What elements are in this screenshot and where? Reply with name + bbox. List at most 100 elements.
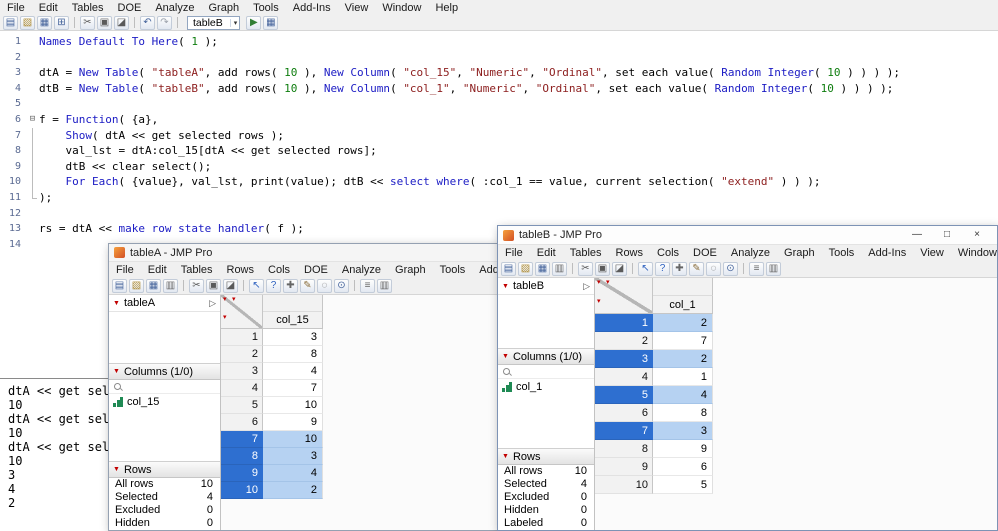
paste-icon[interactable]: ◪ xyxy=(114,16,129,30)
zoom-icon[interactable]: ⊙ xyxy=(334,279,349,293)
rows-stat-hidden[interactable]: Hidden0 xyxy=(109,517,220,530)
menu-tools[interactable]: Tools xyxy=(822,246,862,260)
redo-icon[interactable]: ↷ xyxy=(157,16,172,30)
menu-help[interactable]: Help xyxy=(428,1,465,15)
row-number[interactable]: 4 xyxy=(221,380,263,397)
columns-menu-icon[interactable]: ▾ xyxy=(223,296,227,303)
table-row-8[interactable]: 83 xyxy=(221,448,497,465)
columns-panel-header[interactable]: ▼ Columns (1/0) xyxy=(109,363,220,380)
menu-graph[interactable]: Graph xyxy=(388,263,433,277)
cell-value[interactable]: 8 xyxy=(263,346,323,363)
cursor-arrow-icon[interactable]: ↖ xyxy=(249,279,264,293)
menu-doe[interactable]: DOE xyxy=(297,263,335,277)
cell-value[interactable]: 2 xyxy=(263,482,323,499)
lasso-icon[interactable]: ◌ xyxy=(317,279,332,293)
columns-menu-icon[interactable]: ▾ xyxy=(606,279,610,286)
red-triangle-icon[interactable]: ▼ xyxy=(113,300,120,307)
table-row-5[interactable]: 54 xyxy=(595,386,997,404)
row-number[interactable]: 2 xyxy=(595,332,653,350)
save-all-icon[interactable]: ⊞ xyxy=(54,16,69,30)
row-number[interactable]: 8 xyxy=(595,440,653,458)
table-panel-header[interactable]: ▼ tableA ▷ xyxy=(109,295,220,312)
cell-value[interactable]: 5 xyxy=(653,476,713,494)
tableB-titlebar[interactable]: tableB - JMP Pro —□× xyxy=(498,226,997,244)
cell-value[interactable]: 4 xyxy=(263,363,323,380)
save-icon[interactable]: ▦ xyxy=(146,279,161,293)
cursor-arrow-icon[interactable]: ↖ xyxy=(638,262,653,276)
menu-analyze[interactable]: Analyze xyxy=(724,246,777,260)
red-triangle-icon[interactable]: ▼ xyxy=(113,466,120,473)
new-table-icon[interactable]: ▤ xyxy=(112,279,127,293)
row-number[interactable]: 1 xyxy=(221,329,263,346)
table-row-4[interactable]: 41 xyxy=(595,368,997,386)
row-number[interactable]: 10 xyxy=(221,482,263,499)
menu-graph[interactable]: Graph xyxy=(201,1,246,15)
menu-add-ins[interactable]: Add-Ins xyxy=(286,1,338,15)
table-row-6[interactable]: 69 xyxy=(221,414,497,431)
minimize-button[interactable]: — xyxy=(902,226,932,244)
rows-stat-selected[interactable]: Selected4 xyxy=(498,478,594,491)
rows-stat-excluded[interactable]: Excluded0 xyxy=(498,491,594,504)
rows-menu-icon[interactable]: ▾ xyxy=(223,314,227,321)
menu-view[interactable]: View xyxy=(338,1,376,15)
table-row-5[interactable]: 510 xyxy=(221,397,497,414)
table-row-9[interactable]: 96 xyxy=(595,458,997,476)
red-triangle-icon[interactable]: ▼ xyxy=(113,368,120,375)
menu-analyze[interactable]: Analyze xyxy=(335,263,388,277)
row-number[interactable]: 6 xyxy=(595,404,653,422)
table-row-9[interactable]: 94 xyxy=(221,465,497,482)
table-row-6[interactable]: 68 xyxy=(595,404,997,422)
menu-add-ins[interactable]: Add-Ins xyxy=(472,263,498,277)
rows-panel-header[interactable]: ▼ Rows xyxy=(109,461,220,478)
new-table-icon[interactable]: ▤ xyxy=(501,262,516,276)
rows-stat-labeled[interactable]: Labeled0 xyxy=(498,517,594,530)
panel-collapse-icon[interactable]: ▷ xyxy=(209,298,216,309)
cell-value[interactable]: 8 xyxy=(653,404,713,422)
menu-file[interactable]: File xyxy=(498,246,530,260)
cell-value[interactable]: 4 xyxy=(263,465,323,482)
paste-icon[interactable]: ◪ xyxy=(223,279,238,293)
rows-stat-excluded[interactable]: Excluded0 xyxy=(109,504,220,517)
rows-stat-all-rows[interactable]: All rows10 xyxy=(109,478,220,491)
table-row-4[interactable]: 47 xyxy=(221,380,497,397)
row-number[interactable]: 9 xyxy=(595,458,653,476)
table-row-3[interactable]: 32 xyxy=(595,350,997,368)
table-row-2[interactable]: 28 xyxy=(221,346,497,363)
copy-icon[interactable]: ▣ xyxy=(97,16,112,30)
chevron-down-icon[interactable]: ▾ xyxy=(230,19,238,27)
open-icon[interactable]: ▧ xyxy=(129,279,144,293)
menu-window[interactable]: Window xyxy=(375,1,428,15)
cell-value[interactable]: 6 xyxy=(653,458,713,476)
fold-margin[interactable]: ⊟ xyxy=(26,112,39,128)
column-header[interactable]: col_1 xyxy=(653,296,713,314)
menu-rows[interactable]: Rows xyxy=(609,246,651,260)
table-row-1[interactable]: 13 xyxy=(221,329,497,346)
print-icon[interactable]: ▥ xyxy=(163,279,178,293)
menu-doe[interactable]: DOE xyxy=(686,246,724,260)
table-row-1[interactable]: 12 xyxy=(595,314,997,332)
row-number[interactable]: 1 xyxy=(595,314,653,332)
cell-value[interactable]: 3 xyxy=(263,329,323,346)
menu-tables[interactable]: Tables xyxy=(563,246,609,260)
table-row-2[interactable]: 27 xyxy=(595,332,997,350)
cut-icon[interactable]: ✂ xyxy=(80,16,95,30)
cell-value[interactable]: 10 xyxy=(263,431,323,448)
copy-icon[interactable]: ▣ xyxy=(206,279,221,293)
table-row-10[interactable]: 102 xyxy=(221,482,497,499)
row-number[interactable]: 5 xyxy=(221,397,263,414)
menu-tables[interactable]: Tables xyxy=(174,263,220,277)
columns-menu-icon[interactable]: ▾ xyxy=(232,296,236,303)
rows-menu-icon[interactable]: ≡ xyxy=(360,279,375,293)
menu-edit[interactable]: Edit xyxy=(32,1,65,15)
red-triangle-icon[interactable]: ▼ xyxy=(502,283,509,290)
panel-collapse-icon[interactable]: ▷ xyxy=(583,281,590,292)
row-number[interactable]: 7 xyxy=(221,431,263,448)
table-row-10[interactable]: 105 xyxy=(595,476,997,494)
menu-rows[interactable]: Rows xyxy=(220,263,262,277)
row-number[interactable]: 3 xyxy=(595,350,653,368)
undo-icon[interactable]: ↶ xyxy=(140,16,155,30)
lasso-icon[interactable]: ◌ xyxy=(706,262,721,276)
new-script-icon[interactable]: ▤ xyxy=(3,16,18,30)
menu-cols[interactable]: Cols xyxy=(261,263,297,277)
grabber-icon[interactable]: ✚ xyxy=(672,262,687,276)
